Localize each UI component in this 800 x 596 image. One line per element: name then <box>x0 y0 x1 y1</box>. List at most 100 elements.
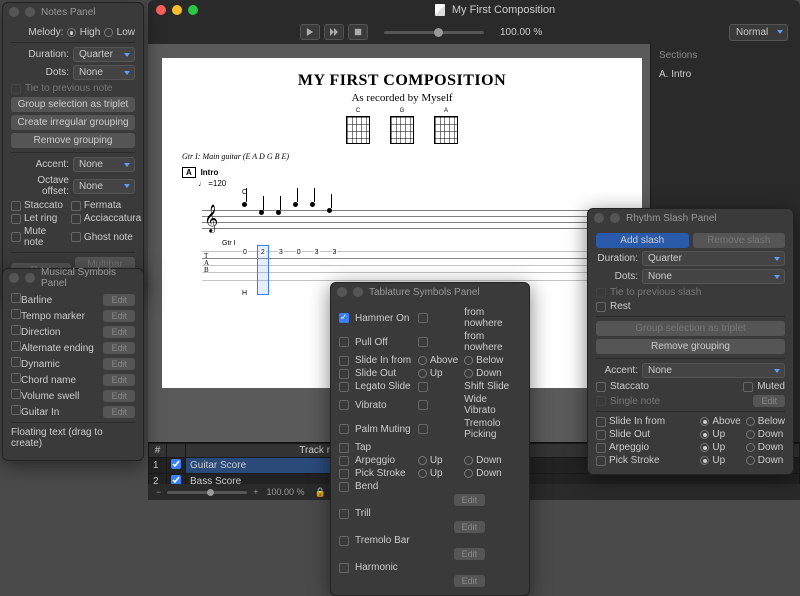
group-triplet-button[interactable]: Group selection as triplet <box>11 97 135 112</box>
symbol-checkbox[interactable] <box>11 357 21 367</box>
tab-option-checkbox[interactable] <box>339 536 349 546</box>
tie-checkbox[interactable] <box>596 288 606 298</box>
option-checkbox[interactable] <box>596 430 606 440</box>
option-radio[interactable] <box>464 369 473 378</box>
edit-button[interactable]: Edit <box>103 310 135 322</box>
close-icon[interactable] <box>9 273 19 283</box>
zoom-in-icon[interactable]: + <box>253 487 258 497</box>
option-radio[interactable] <box>700 430 709 439</box>
tab-option-checkbox[interactable] <box>339 313 349 323</box>
option-checkbox[interactable] <box>596 443 606 453</box>
edit-button[interactable]: Edit <box>454 494 486 506</box>
option-radio[interactable] <box>746 430 755 439</box>
edit-button[interactable]: Edit <box>103 342 135 354</box>
tab-option-checkbox[interactable] <box>339 337 349 347</box>
option-radio[interactable] <box>418 469 427 478</box>
stop-button[interactable] <box>348 24 368 40</box>
symbol-checkbox[interactable] <box>11 373 21 383</box>
tab-option-checkbox[interactable] <box>339 482 349 492</box>
mode-select[interactable]: Normal <box>729 24 788 41</box>
minimize-icon[interactable] <box>172 5 182 15</box>
tab-option-checkbox[interactable] <box>418 424 428 434</box>
play-button[interactable] <box>300 24 320 40</box>
tab-option-checkbox[interactable] <box>339 456 349 466</box>
duration-select[interactable]: Quarter <box>642 251 785 266</box>
section-item[interactable]: A. Intro <box>659 67 792 82</box>
play-from-button[interactable] <box>324 24 344 40</box>
zoom-slider[interactable] <box>167 491 247 494</box>
symbol-checkbox[interactable] <box>11 341 21 351</box>
tab-option-checkbox[interactable] <box>339 356 349 366</box>
minimize-icon[interactable] <box>25 7 35 17</box>
tie-checkbox[interactable] <box>11 84 21 94</box>
tab-option-checkbox[interactable] <box>418 337 428 347</box>
edit-button[interactable]: Edit <box>103 358 135 370</box>
edit-button[interactable]: Edit <box>103 326 135 338</box>
tab-option-checkbox[interactable] <box>339 509 349 519</box>
tab-option-checkbox[interactable] <box>339 563 349 573</box>
letring-checkbox[interactable] <box>11 214 21 224</box>
tab-option-checkbox[interactable] <box>418 382 428 392</box>
edit-button[interactable]: Edit <box>753 395 785 407</box>
option-radio[interactable] <box>464 469 473 478</box>
acciaccatura-checkbox[interactable] <box>71 214 81 224</box>
note[interactable] <box>276 210 281 215</box>
tab-option-checkbox[interactable] <box>339 469 349 479</box>
minimize-icon[interactable] <box>610 213 620 223</box>
staccato-checkbox[interactable] <box>596 382 606 392</box>
dots-select[interactable]: None <box>642 269 785 284</box>
tab-option-checkbox[interactable] <box>339 369 349 379</box>
staccato-checkbox[interactable] <box>11 201 21 211</box>
single-note-checkbox[interactable] <box>596 396 606 406</box>
edit-button[interactable]: Edit <box>454 521 486 533</box>
option-radio[interactable] <box>700 456 709 465</box>
ghost-checkbox[interactable] <box>71 232 81 242</box>
octave-select[interactable]: None <box>73 179 135 194</box>
accent-select[interactable]: None <box>642 363 785 378</box>
floating-text-label[interactable]: Floating text (drag to create) <box>11 427 135 449</box>
edit-button[interactable]: Edit <box>103 294 135 306</box>
option-radio[interactable] <box>418 456 427 465</box>
remove-grouping-button[interactable]: Remove grouping <box>596 339 785 354</box>
duration-select[interactable]: Quarter <box>73 47 135 62</box>
tab-option-checkbox[interactable] <box>418 400 428 410</box>
note[interactable] <box>310 202 315 207</box>
note[interactable] <box>327 208 332 213</box>
create-irregular-button[interactable]: Create irregular grouping <box>11 115 135 130</box>
option-radio[interactable] <box>746 443 755 452</box>
muted-checkbox[interactable] <box>743 382 753 392</box>
close-icon[interactable] <box>594 213 604 223</box>
symbol-checkbox[interactable] <box>11 405 21 415</box>
note[interactable] <box>293 202 298 207</box>
tab-option-checkbox[interactable] <box>339 400 349 410</box>
group-triplet-button[interactable]: Group selection as triplet <box>596 321 785 336</box>
edit-button[interactable]: Edit <box>103 374 135 386</box>
tab-option-checkbox[interactable] <box>339 443 349 453</box>
tab-option-checkbox[interactable] <box>339 382 349 392</box>
track-visible-checkbox[interactable] <box>171 459 181 469</box>
mute-checkbox[interactable] <box>11 232 21 242</box>
melody-low-radio[interactable] <box>104 28 112 37</box>
remove-slash-button[interactable]: Remove slash <box>693 233 786 248</box>
lock-icon[interactable]: 🔒 <box>315 487 326 498</box>
option-checkbox[interactable] <box>596 417 606 427</box>
note[interactable] <box>242 202 247 207</box>
remove-grouping-button[interactable]: Remove grouping <box>11 133 135 148</box>
symbol-checkbox[interactable] <box>11 325 21 335</box>
melody-high-radio[interactable] <box>67 28 75 37</box>
dots-select[interactable]: None <box>73 65 135 80</box>
accent-select[interactable]: None <box>73 157 135 172</box>
zoom-icon[interactable] <box>188 5 198 15</box>
option-radio[interactable] <box>418 369 427 378</box>
symbol-checkbox[interactable] <box>11 389 21 399</box>
close-icon[interactable] <box>156 5 166 15</box>
option-radio[interactable] <box>700 417 709 426</box>
zoom-out-icon[interactable]: − <box>156 487 161 497</box>
tab-option-checkbox[interactable] <box>418 313 428 323</box>
add-slash-button[interactable]: Add slash <box>596 233 689 248</box>
edit-button[interactable]: Edit <box>454 548 486 560</box>
close-icon[interactable] <box>9 7 19 17</box>
minimize-icon[interactable] <box>353 287 363 297</box>
symbol-checkbox[interactable] <box>11 309 21 319</box>
note[interactable] <box>259 210 264 215</box>
